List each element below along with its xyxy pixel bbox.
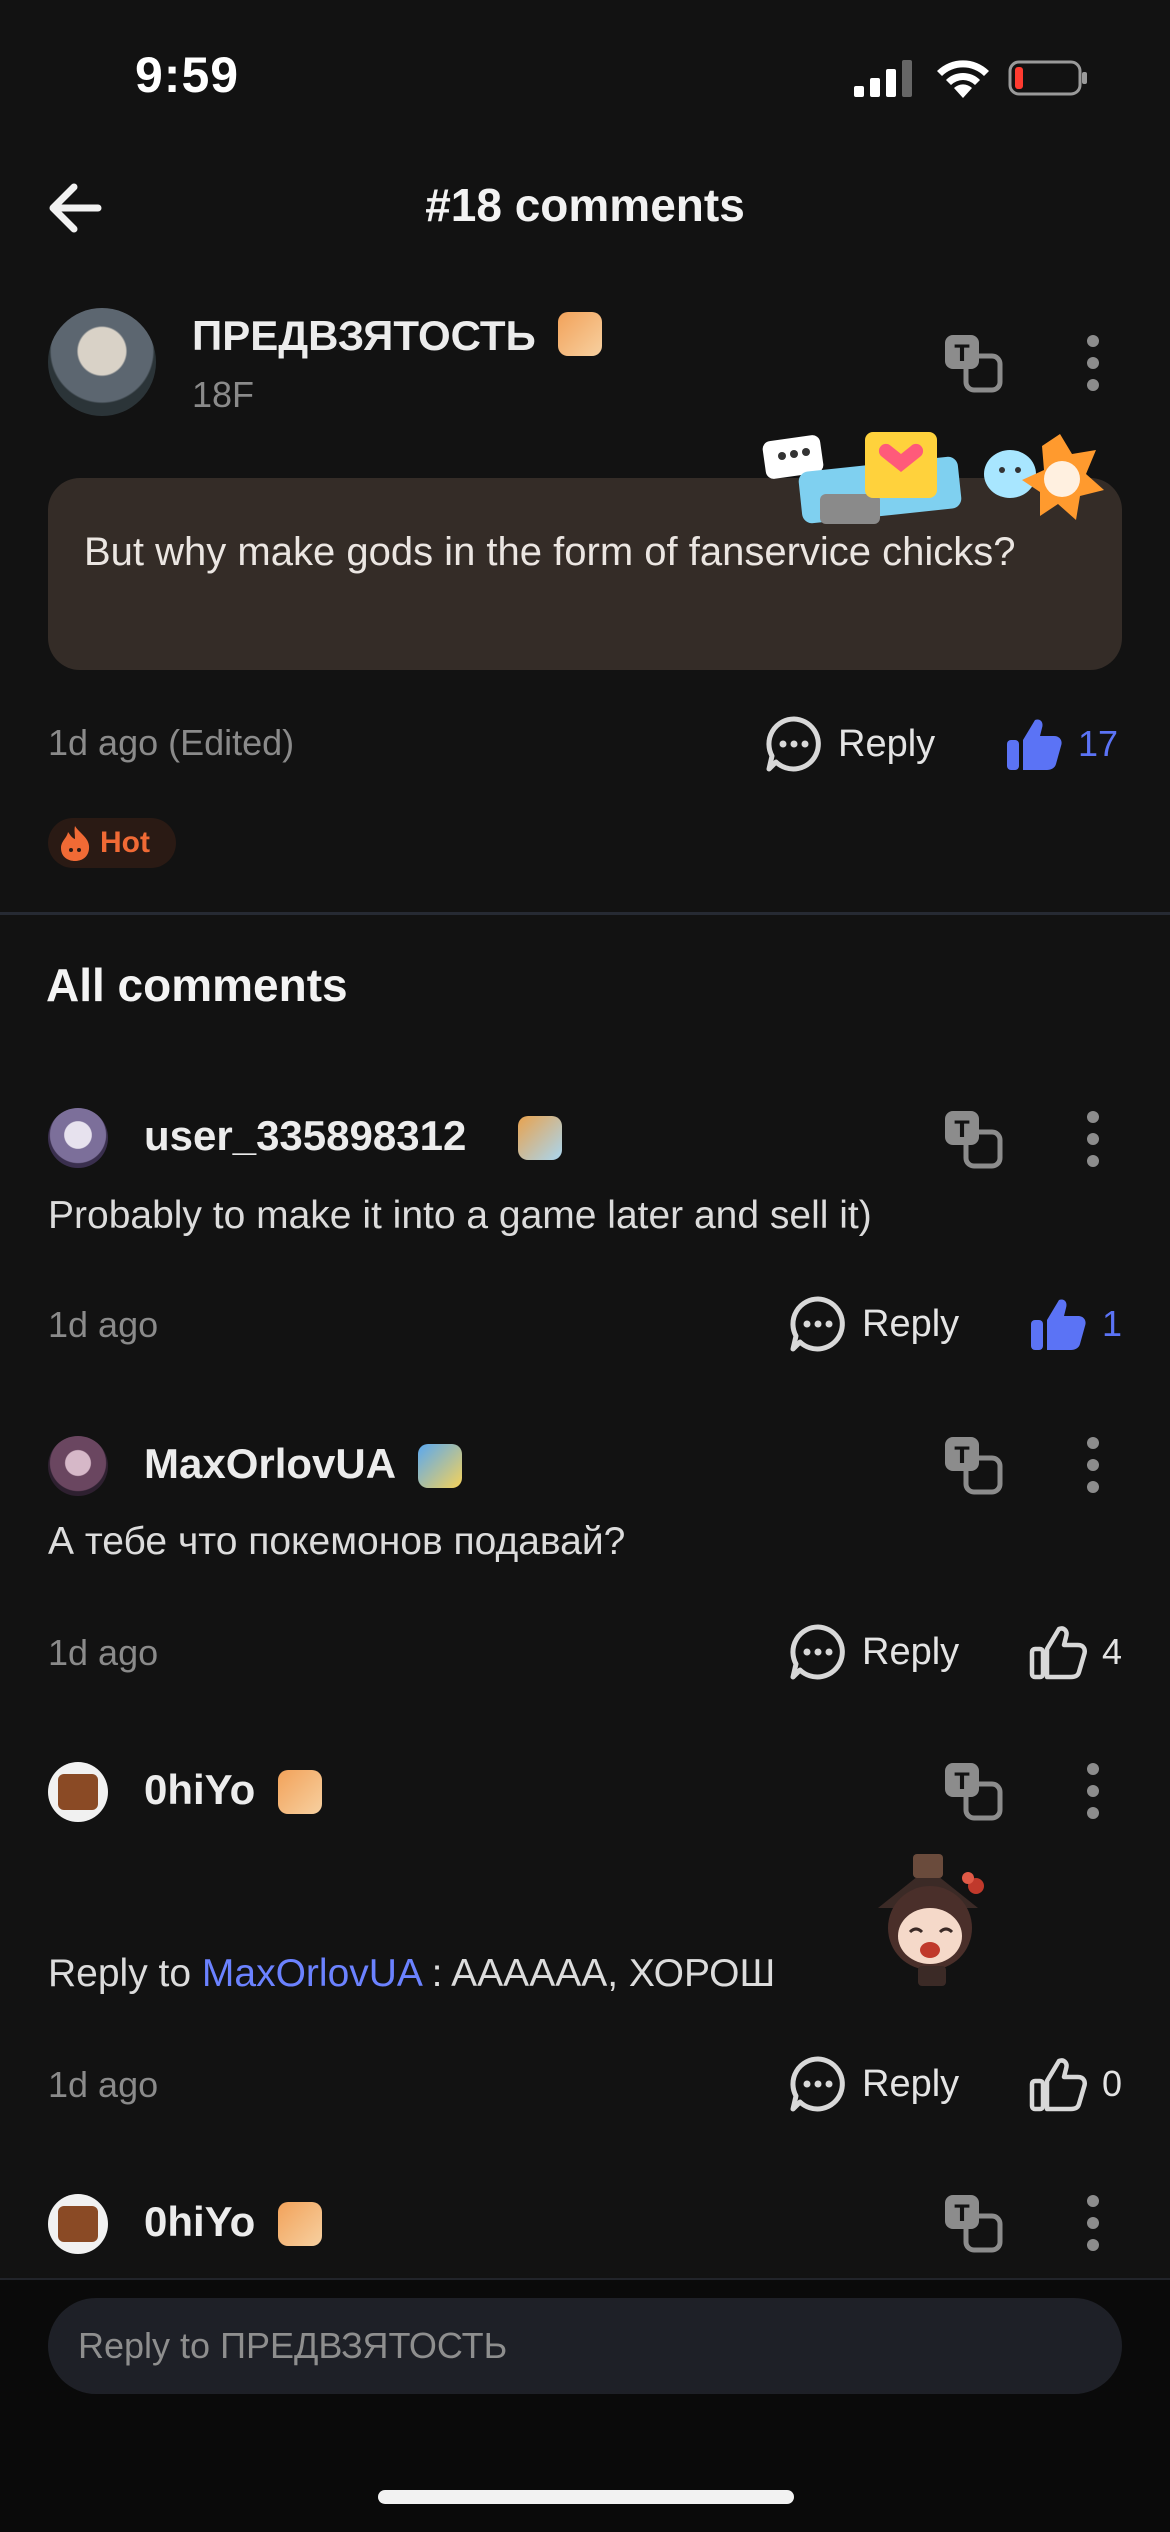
comment-text: : AAAAAA, ХОРОШ — [420, 1952, 776, 1995]
more-options-icon[interactable] — [1078, 1434, 1108, 1496]
battery-low-icon — [1008, 60, 1087, 96]
wifi-icon — [937, 60, 989, 98]
like-count: 1 — [1102, 1303, 1123, 1344]
svg-text:T: T — [954, 1118, 969, 1143]
user-badge-icon — [518, 1116, 562, 1160]
like-button[interactable]: 1 — [1028, 1292, 1122, 1356]
reply-icon — [790, 1624, 845, 1680]
reply-label: Reply — [862, 1630, 960, 1673]
user-badge-icon — [558, 312, 602, 356]
author-name[interactable]: MaxOrlovUA — [144, 1440, 396, 1488]
bubble-decoration-sticker — [762, 432, 1104, 524]
user-badge-icon — [278, 1770, 322, 1814]
reply-label: Reply — [862, 1302, 960, 1345]
thumbs-up-filled-icon — [1031, 1299, 1086, 1350]
translate-icon[interactable]: T — [942, 2192, 1004, 2254]
more-options-icon[interactable] — [1078, 2192, 1108, 2254]
reply-label: Reply — [862, 2062, 960, 2105]
like-button[interactable]: 4 — [1028, 1620, 1122, 1684]
comment-text: А тебе что покемонов подавай? — [48, 1520, 626, 1563]
reply-button[interactable]: Reply — [788, 1620, 959, 1684]
translate-icon[interactable]: T — [942, 1108, 1004, 1170]
translate-icon[interactable]: T — [942, 1760, 1004, 1822]
page-title: #18 comments — [425, 179, 745, 231]
more-options-icon[interactable] — [1078, 1760, 1108, 1822]
reply-button[interactable]: Reply — [788, 1292, 959, 1356]
all-comments-heading: All comments — [46, 959, 348, 1011]
svg-text:T: T — [954, 342, 969, 367]
avatar[interactable] — [48, 1436, 108, 1496]
avatar[interactable] — [48, 1108, 108, 1168]
reply-icon — [766, 716, 821, 772]
like-button[interactable]: 0 — [1028, 2052, 1122, 2116]
thumbs-up-outline-icon — [1029, 2058, 1087, 2112]
like-count: 17 — [1078, 723, 1119, 764]
floor-number: 18F — [192, 374, 255, 415]
author-name[interactable]: ПРЕДВЗЯТОСТЬ — [192, 312, 536, 360]
reply-button[interactable]: Reply — [788, 2052, 959, 2116]
reply-input-placeholder: Reply to ПРЕДВЗЯТОСТЬ — [78, 2325, 508, 2366]
author-name[interactable]: 0hiYo — [144, 2198, 255, 2246]
more-options-icon[interactable] — [1078, 332, 1108, 394]
reply-button[interactable]: Reply — [764, 712, 935, 776]
home-indicator[interactable] — [378, 2490, 794, 2504]
comment-text: But why make gods in the form of fanserv… — [84, 530, 1016, 574]
hot-label: Hot — [100, 826, 150, 859]
more-options-icon[interactable] — [1078, 1108, 1108, 1170]
avatar[interactable] — [48, 1762, 108, 1822]
avatar[interactable] — [48, 2194, 108, 2254]
translate-icon[interactable]: T — [942, 332, 1004, 394]
reply-icon — [790, 1296, 845, 1352]
like-button[interactable]: 17 — [1004, 712, 1118, 776]
avatar[interactable] — [48, 308, 156, 416]
thumbs-up-outline-icon — [1029, 1626, 1087, 1680]
thumbs-up-filled-icon — [1007, 719, 1062, 770]
svg-text:T: T — [954, 1444, 969, 1469]
reply-input[interactable]: Reply to ПРЕДВЗЯТОСТЬ — [48, 2298, 1122, 2394]
author-name[interactable]: user_335898312 — [144, 1112, 466, 1160]
svg-text:T: T — [954, 1770, 969, 1795]
svg-text:T: T — [954, 2202, 969, 2227]
like-count: 0 — [1102, 2063, 1123, 2104]
reply-icon — [790, 2056, 845, 2112]
reply-prefix: Reply to — [48, 1952, 202, 1995]
chibi-sticker — [878, 1854, 984, 1986]
mention-link[interactable]: MaxOrlovUA — [202, 1952, 421, 1995]
translate-icon[interactable]: T — [942, 1434, 1004, 1496]
author-name[interactable]: 0hiYo — [144, 1766, 255, 1814]
flame-icon — [61, 826, 90, 861]
user-badge-icon — [418, 1444, 462, 1488]
status-time: 9:59 — [135, 47, 240, 103]
reply-comment-text: Reply to MaxOrlovUA : AAAAAA, ХОРОШ — [48, 1952, 775, 1996]
comment-time: 1d ago — [48, 1632, 159, 1673]
user-badge-icon — [278, 2202, 322, 2246]
cellular-signal-icon — [854, 60, 912, 97]
comment-time: 1d ago — [48, 2064, 159, 2105]
comment-text: Probably to make it into a game later an… — [48, 1194, 872, 1237]
comment-time: 1d ago (Edited) — [48, 722, 295, 763]
reply-label: Reply — [838, 722, 936, 765]
comment-time: 1d ago — [48, 1304, 159, 1345]
like-count: 4 — [1102, 1631, 1123, 1672]
hot-badge: Hot — [48, 818, 176, 868]
section-divider — [0, 912, 1170, 915]
